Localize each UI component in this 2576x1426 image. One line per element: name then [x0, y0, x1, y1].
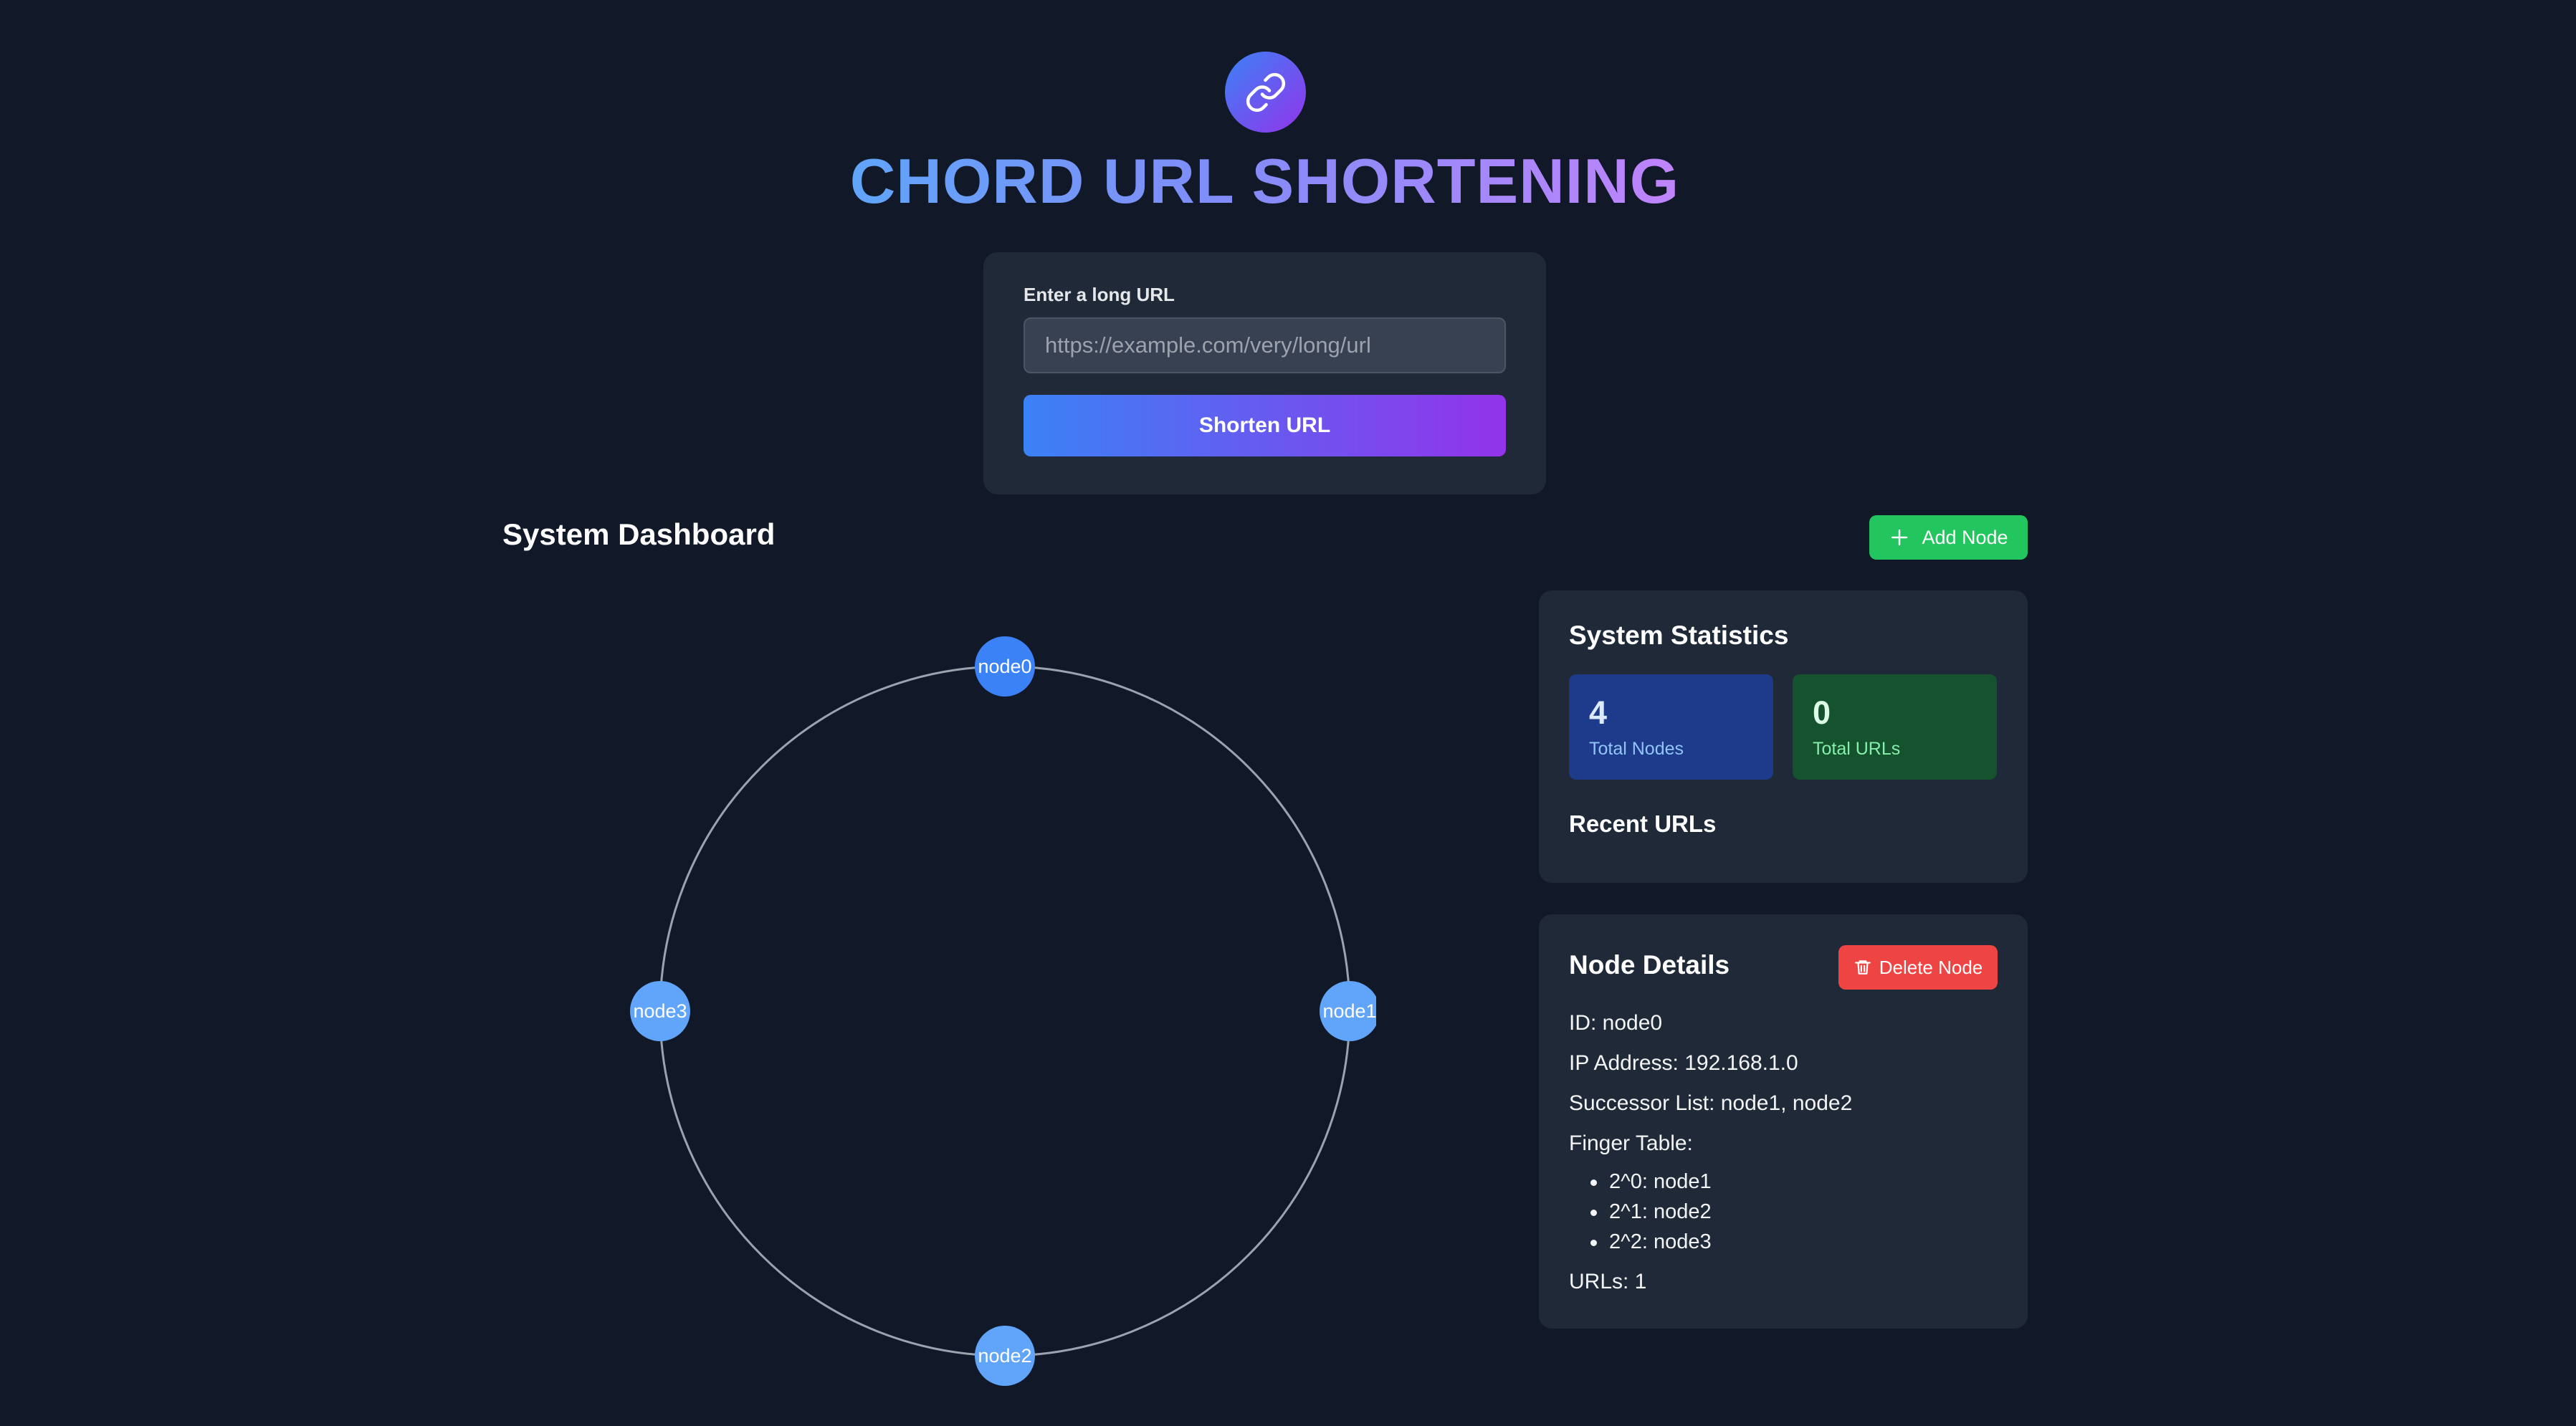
total-urls-label: Total URLs — [1813, 739, 1901, 759]
finger-table-entry: 2^0: node1 — [1569, 1167, 1712, 1197]
delete-node-label: Delete Node — [1879, 956, 1983, 978]
finger-table-entry: 2^1: node2 — [1569, 1197, 1712, 1227]
dashboard-title: System Dashboard — [502, 517, 776, 551]
shorten-url-button[interactable]: Shorten URL — [1024, 395, 1506, 456]
logo — [1225, 52, 1306, 133]
page-title: CHORD URL SHORTENING — [849, 145, 1680, 216]
total-nodes-value: 4 — [1589, 694, 1608, 731]
ring-node-node3[interactable]: node3 — [630, 981, 690, 1041]
ring-node-node1[interactable]: node1 — [1320, 981, 1376, 1041]
ring-node-node0[interactable]: node0 — [975, 636, 1035, 697]
url-form-card: Enter a long URL Shorten URL — [983, 252, 1546, 494]
node-ip-address: IP Address: 192.168.1.0 — [1569, 1051, 1798, 1075]
node-successor-list: Successor List: node1, node2 — [1569, 1091, 1853, 1115]
ring-node-label: node0 — [978, 656, 1031, 677]
trash-icon — [1854, 960, 1871, 975]
node-id: ID: node0 — [1569, 1011, 1663, 1035]
ring-node-node2[interactable]: node2 — [975, 1326, 1035, 1386]
app-root: CHORD URL SHORTENING Enter a long URL Sh… — [0, 0, 2576, 1426]
system-statistics-card: System Statistics 4 Total Nodes 0 Total … — [1539, 590, 2028, 883]
total-urls-stat: 0 Total URLs — [1793, 674, 1997, 780]
statistics-title: System Statistics — [1569, 621, 1789, 650]
add-node-button[interactable]: Add Node — [1869, 515, 2028, 560]
chord-ring: node0 node1 node2 node3 — [630, 636, 1376, 1386]
recent-urls-title: Recent URLs — [1569, 810, 1717, 837]
node-url-count: URLs: 1 — [1569, 1270, 1647, 1293]
ring-node-label: node2 — [978, 1345, 1031, 1367]
total-urls-value: 0 — [1813, 694, 1831, 731]
plus-icon — [1892, 529, 1908, 546]
ring-circle — [659, 665, 1351, 1357]
delete-node-button[interactable]: Delete Node — [1838, 945, 1998, 990]
url-input-label: Enter a long URL — [1024, 284, 1175, 305]
ring-node-label: node1 — [1322, 1000, 1376, 1022]
add-node-label: Add Node — [1922, 526, 2008, 548]
node-details-card: Node Details Delete Node ID: node0 IP Ad… — [1539, 914, 2028, 1329]
node-details-title: Node Details — [1569, 950, 1730, 980]
link-icon — [1246, 72, 1285, 112]
total-nodes-stat: 4 Total Nodes — [1569, 674, 1773, 780]
finger-table-label: Finger Table: — [1569, 1131, 1693, 1155]
url-input[interactable] — [1024, 317, 1506, 373]
ring-node-label: node3 — [633, 1000, 687, 1022]
finger-table-entry: 2^2: node3 — [1569, 1227, 1712, 1257]
finger-table-list: 2^0: node1 2^1: node2 2^2: node3 — [1569, 1167, 1712, 1257]
total-nodes-label: Total Nodes — [1589, 739, 1684, 759]
